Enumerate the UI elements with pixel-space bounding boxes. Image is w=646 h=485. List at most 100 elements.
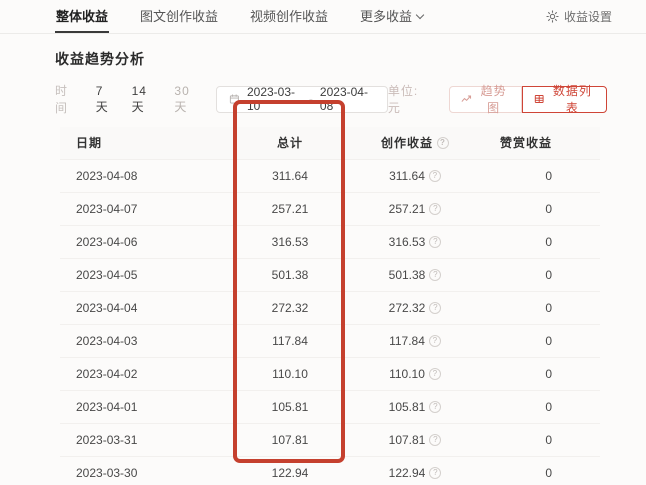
- cell-date: 2023-04-07: [60, 192, 230, 225]
- cell-total: 311.64: [230, 159, 350, 192]
- tab-label: 更多收益: [360, 6, 412, 25]
- cell-total: 107.81: [230, 423, 350, 456]
- header-date: 日期: [60, 127, 230, 159]
- range-14-days[interactable]: 14天: [132, 84, 158, 115]
- earnings-table: 日期 总计 创作收益 ? 赞赏收益 2023-04-08 311.64 311.…: [60, 127, 600, 485]
- cell-total: 272.32: [230, 291, 350, 324]
- filter-row: 时间 7天 14天 30天 2023-03-10 - 2023-04-08 单位…: [55, 82, 607, 116]
- cell-total: 257.21: [230, 192, 350, 225]
- main-content: 收益趋势分析 时间 7天 14天 30天 2023-03-10 - 2023-0…: [0, 49, 646, 485]
- table-row: 2023-03-30 122.94 122.94? 0: [60, 456, 600, 485]
- cell-date: 2023-04-05: [60, 258, 230, 291]
- cell-date: 2023-04-08: [60, 159, 230, 192]
- cell-appreciation: 0: [480, 225, 600, 258]
- cell-creation: 272.32?: [350, 291, 480, 324]
- unit-label: 单位: 元: [388, 82, 431, 116]
- view-toggle: 趋势图 数据列表: [449, 86, 607, 113]
- table-row: 2023-04-04 272.32 272.32? 0: [60, 291, 600, 324]
- question-circle-icon[interactable]: ?: [429, 203, 441, 215]
- cell-appreciation: 0: [480, 291, 600, 324]
- cell-total: 110.10: [230, 357, 350, 390]
- line-chart-icon: [461, 93, 471, 105]
- question-circle-icon[interactable]: ?: [429, 170, 441, 182]
- table-row: 2023-04-01 105.81 105.81? 0: [60, 390, 600, 423]
- earnings-dashboard: 整体收益 图文创作收益 视频创作收益 更多收益 收益设置 收益趋势分析: [0, 0, 646, 485]
- cell-total: 105.81: [230, 390, 350, 423]
- question-circle-icon[interactable]: ?: [429, 467, 441, 479]
- header-appreciation-earnings: 赞赏收益: [480, 127, 600, 159]
- cell-appreciation: 0: [480, 357, 600, 390]
- cell-creation: 110.10?: [350, 357, 480, 390]
- range-7-days[interactable]: 7天: [96, 84, 115, 115]
- range-30-days[interactable]: 30天: [174, 84, 200, 115]
- question-circle-icon[interactable]: ?: [429, 335, 441, 347]
- settings-label: 收益设置: [564, 8, 612, 25]
- cell-creation: 117.84?: [350, 324, 480, 357]
- cell-date: 2023-04-01: [60, 390, 230, 423]
- date-range-picker[interactable]: 2023-03-10 - 2023-04-08: [216, 86, 388, 113]
- cell-date: 2023-04-03: [60, 324, 230, 357]
- top-tab-bar: 整体收益 图文创作收益 视频创作收益 更多收益 收益设置: [0, 0, 646, 33]
- cell-date: 2023-03-30: [60, 456, 230, 485]
- cell-creation: 105.81?: [350, 390, 480, 423]
- table-row: 2023-04-02 110.10 110.10? 0: [60, 357, 600, 390]
- tab-video-earnings[interactable]: 视频创作收益: [249, 0, 329, 33]
- cell-appreciation: 0: [480, 159, 600, 192]
- question-circle-icon[interactable]: ?: [429, 368, 441, 380]
- tabbar-divider: [0, 33, 646, 34]
- tab-label: 整体收益: [56, 6, 108, 25]
- tab-more-earnings[interactable]: 更多收益: [359, 0, 425, 33]
- cell-appreciation: 0: [480, 390, 600, 423]
- data-list-label: 数据列表: [550, 82, 595, 116]
- table-icon: [534, 93, 544, 105]
- cell-appreciation: 0: [480, 423, 600, 456]
- cell-date: 2023-03-31: [60, 423, 230, 456]
- table-row: 2023-03-31 107.81 107.81? 0: [60, 423, 600, 456]
- header-creation-earnings: 创作收益 ?: [350, 127, 480, 159]
- cell-creation: 257.21?: [350, 192, 480, 225]
- cell-total: 122.94: [230, 456, 350, 485]
- date-start: 2023-03-10: [247, 85, 302, 113]
- tab-article-earnings[interactable]: 图文创作收益: [139, 0, 219, 33]
- trend-chart-label: 趋势图: [477, 82, 511, 116]
- cell-creation: 501.38?: [350, 258, 480, 291]
- question-circle-icon[interactable]: ?: [437, 137, 449, 149]
- table-row: 2023-04-07 257.21 257.21? 0: [60, 192, 600, 225]
- cell-date: 2023-04-02: [60, 357, 230, 390]
- cell-creation: 311.64?: [350, 159, 480, 192]
- table-row: 2023-04-03 117.84 117.84? 0: [60, 324, 600, 357]
- tabs-nav: 整体收益 图文创作收益 视频创作收益 更多收益: [55, 0, 425, 33]
- table-row: 2023-04-08 311.64 311.64? 0: [60, 159, 600, 192]
- date-separator: -: [309, 92, 313, 106]
- cell-total: 316.53: [230, 225, 350, 258]
- trend-chart-button[interactable]: 趋势图: [449, 86, 522, 113]
- cell-creation: 122.94?: [350, 456, 480, 485]
- question-circle-icon[interactable]: ?: [429, 269, 441, 281]
- header-creation-label: 创作收益: [381, 134, 433, 151]
- cell-date: 2023-04-06: [60, 225, 230, 258]
- tab-label: 图文创作收益: [140, 6, 218, 25]
- question-circle-icon[interactable]: ?: [429, 236, 441, 248]
- earnings-settings-button[interactable]: 收益设置: [546, 8, 612, 25]
- gear-icon: [546, 10, 559, 23]
- date-end: 2023-04-08: [320, 85, 375, 113]
- question-circle-icon[interactable]: ?: [429, 302, 441, 314]
- cell-date: 2023-04-04: [60, 291, 230, 324]
- cell-appreciation: 0: [480, 324, 600, 357]
- time-label: 时间: [55, 82, 79, 116]
- chevron-down-icon: [416, 11, 424, 19]
- tab-label: 视频创作收益: [250, 6, 328, 25]
- table-row: 2023-04-05 501.38 501.38? 0: [60, 258, 600, 291]
- calendar-icon: [229, 93, 240, 105]
- tab-overall-earnings[interactable]: 整体收益: [55, 0, 109, 33]
- cell-appreciation: 0: [480, 258, 600, 291]
- question-circle-icon[interactable]: ?: [429, 401, 441, 413]
- cell-creation: 316.53?: [350, 225, 480, 258]
- data-list-button[interactable]: 数据列表: [522, 86, 607, 113]
- header-total: 总计: [230, 127, 350, 159]
- cell-appreciation: 0: [480, 456, 600, 485]
- question-circle-icon[interactable]: ?: [429, 434, 441, 446]
- cell-total: 117.84: [230, 324, 350, 357]
- section-title: 收益趋势分析: [55, 49, 607, 69]
- cell-appreciation: 0: [480, 192, 600, 225]
